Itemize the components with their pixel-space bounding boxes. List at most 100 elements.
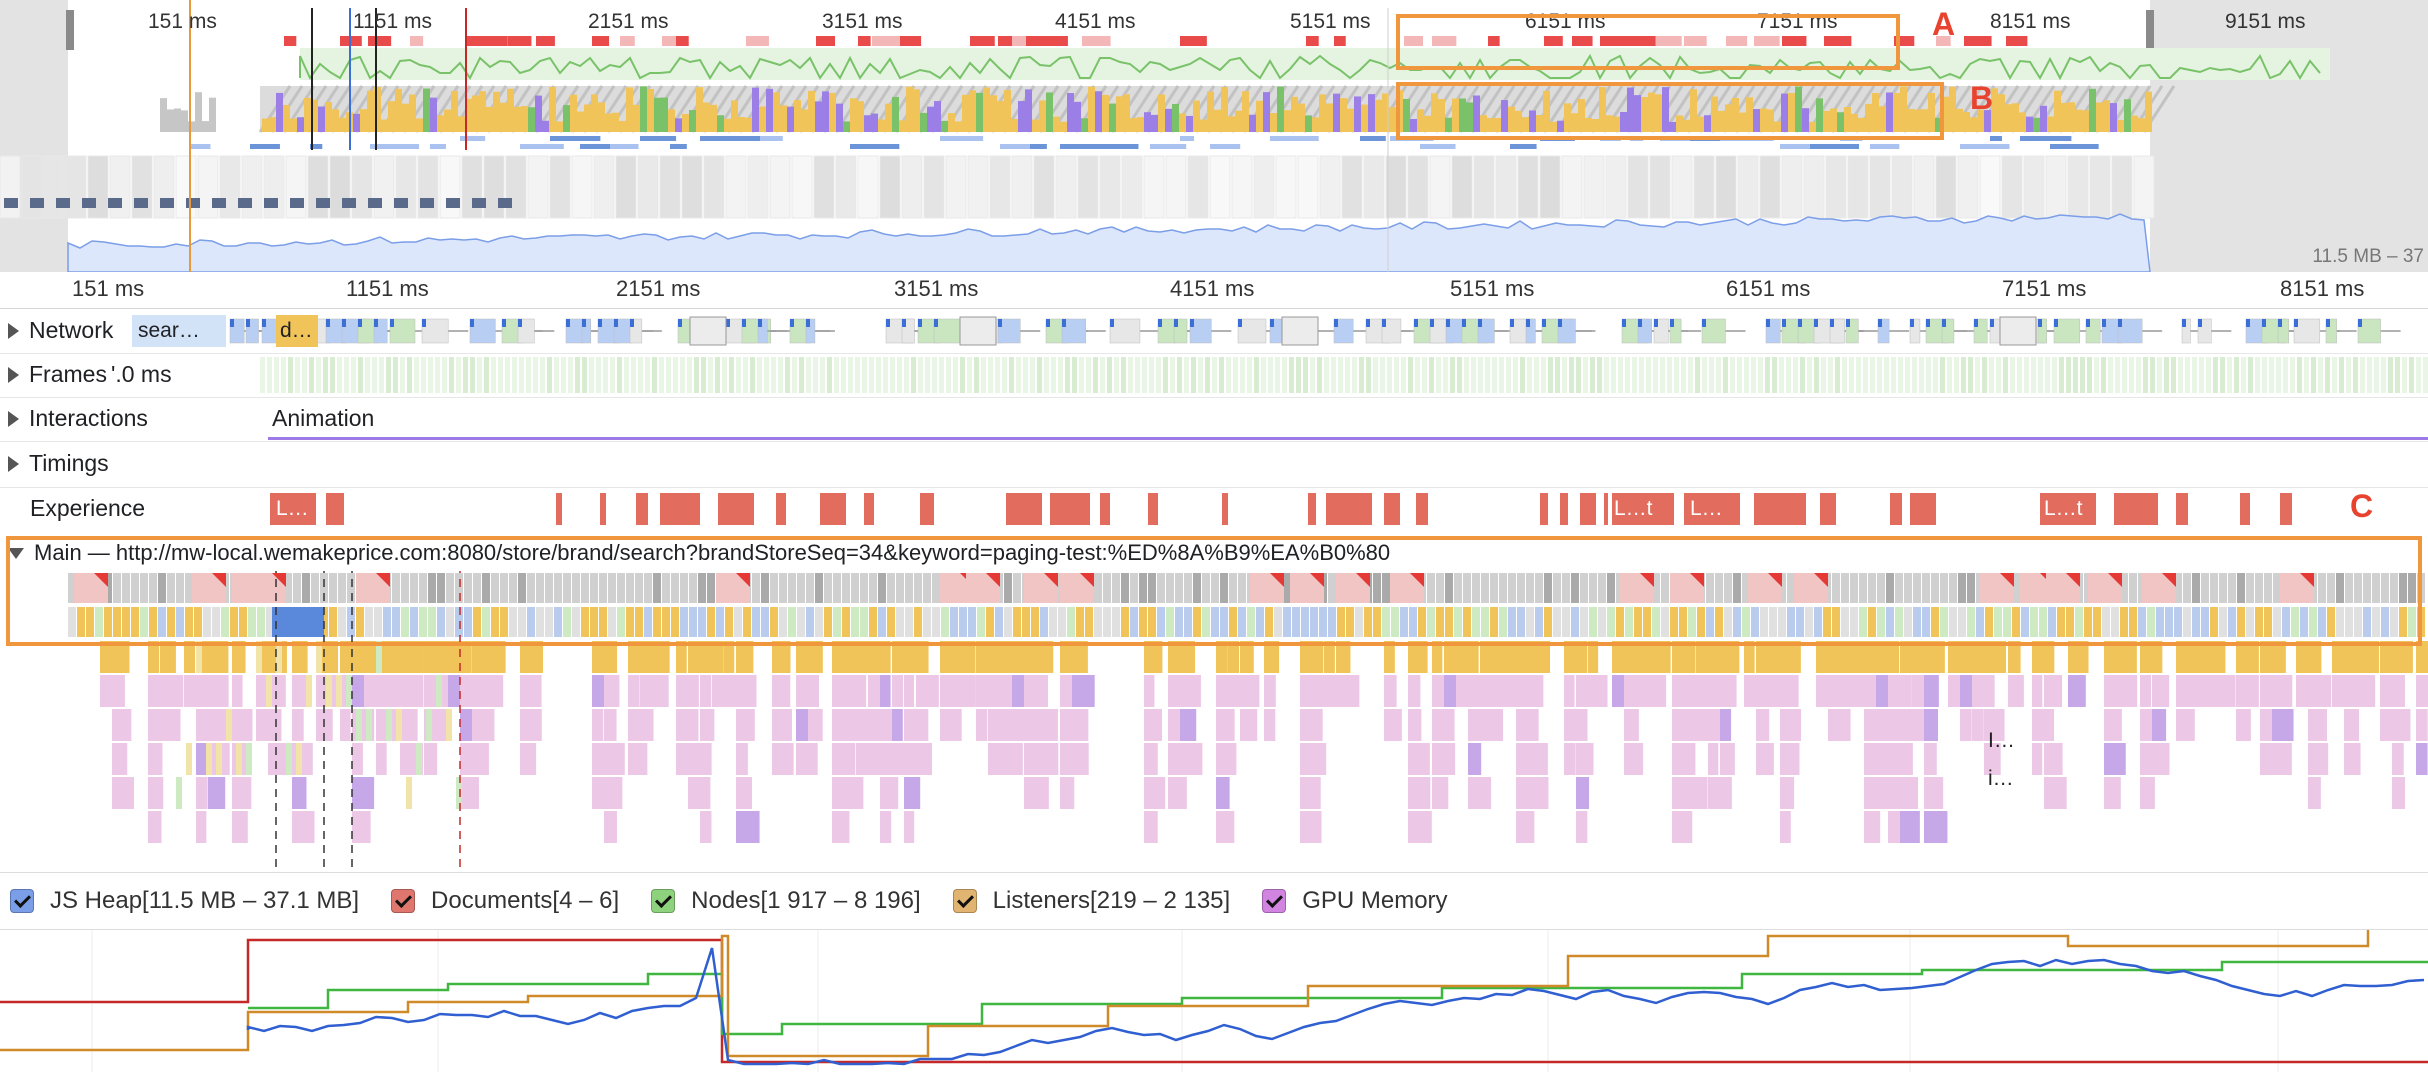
expand-arrow-icon[interactable] bbox=[8, 366, 19, 383]
cpu-bar bbox=[1340, 98, 1347, 132]
request-start bbox=[2294, 319, 2298, 327]
checkbox-js-heap[interactable] bbox=[10, 889, 34, 913]
interaction-animation-chip[interactable]: Animation bbox=[272, 405, 374, 432]
checkbox-nodes[interactable] bbox=[651, 889, 676, 913]
track-experience[interactable]: Experience L… L…t L… L…t bbox=[0, 487, 2428, 532]
request-start bbox=[790, 319, 794, 327]
expand-arrow-icon[interactable] bbox=[8, 455, 19, 472]
track-interactions[interactable]: Interactions Animation bbox=[0, 397, 2428, 442]
frame-bar bbox=[1520, 357, 1525, 393]
flame-frame bbox=[1684, 743, 1696, 775]
track-interactions-header[interactable]: Interactions bbox=[8, 405, 148, 432]
flame-chip[interactable]: I… bbox=[1988, 729, 2015, 753]
screenshot-thumb bbox=[2089, 155, 2111, 219]
frame-bar bbox=[2157, 357, 2162, 393]
frames-strip[interactable] bbox=[0, 353, 2428, 397]
frame-bar bbox=[1058, 357, 1063, 393]
cpu-bar bbox=[885, 103, 892, 132]
overview-handle-right bbox=[2146, 10, 2154, 50]
flame-frame bbox=[1072, 675, 1095, 707]
request-bar bbox=[1109, 318, 1141, 344]
checkbox-documents[interactable] bbox=[391, 889, 416, 913]
timing-fcp-badge[interactable]: FCP bbox=[320, 447, 374, 479]
frame-bar bbox=[1800, 357, 1805, 393]
overview-canvas[interactable] bbox=[0, 0, 2428, 272]
cpu-bar bbox=[1186, 115, 1193, 132]
frame-bar bbox=[2192, 357, 2197, 393]
expand-arrow-icon[interactable] bbox=[8, 410, 19, 427]
legend-nodes[interactable]: Nodes[1 917 – 8 196] bbox=[651, 887, 921, 915]
flame-frame bbox=[640, 709, 654, 741]
cpu-bar bbox=[766, 88, 773, 132]
frame-bar bbox=[680, 357, 685, 393]
track-frames[interactable]: Frames '.0 ms bbox=[0, 353, 2428, 398]
network-request-chip[interactable]: d… bbox=[276, 315, 318, 347]
ruler-tick-label: 8151 ms bbox=[2280, 276, 2365, 301]
frame-bar bbox=[1268, 357, 1273, 393]
layout-shift-marker bbox=[2240, 493, 2250, 525]
frame-bar bbox=[2276, 357, 2281, 393]
screenshot-thumb bbox=[505, 155, 527, 219]
flame-frame bbox=[1240, 709, 1258, 741]
checkbox-listeners[interactable] bbox=[952, 889, 977, 913]
track-frames-header[interactable]: Frames '.0 ms bbox=[8, 361, 172, 388]
layout-shift-chip[interactable]: L…t bbox=[1614, 497, 1653, 521]
frame-bar bbox=[995, 357, 1000, 393]
legend-js-heap[interactable]: JS Heap[11.5 MB – 37.1 MB] bbox=[10, 887, 359, 915]
timeline-overview[interactable]: 151 ms 1151 ms 2151 ms 3151 ms 4151 ms 5151 m… bbox=[0, 0, 2428, 273]
flame-frame bbox=[1468, 777, 1492, 809]
cpu-bar bbox=[1095, 91, 1102, 132]
frame-bar bbox=[2416, 357, 2421, 393]
network-requests[interactable] bbox=[0, 309, 2428, 353]
screenshot-thumb bbox=[1231, 155, 1253, 219]
frame-bar bbox=[2101, 357, 2106, 393]
screenshot-detail bbox=[498, 198, 512, 208]
animation-bar[interactable] bbox=[268, 437, 2428, 440]
network-request-chip[interactable]: sear… bbox=[132, 315, 226, 347]
frame-bar bbox=[1576, 357, 1581, 393]
flame-frame bbox=[148, 811, 162, 843]
cpu-bar bbox=[682, 113, 689, 132]
flame-chip[interactable]: i… bbox=[1988, 767, 2014, 791]
frame-bar bbox=[1569, 357, 1574, 393]
screenshot-thumb bbox=[1935, 155, 1957, 219]
frame-bar bbox=[2206, 357, 2211, 393]
network-bar bbox=[760, 136, 783, 141]
request-bar bbox=[689, 316, 727, 346]
flame-frame bbox=[1408, 811, 1432, 843]
flame-frame bbox=[196, 811, 207, 843]
timing-dcl-badge[interactable]: DCL bbox=[384, 447, 438, 479]
frame-bar bbox=[1527, 357, 1532, 393]
layout-shift-chip[interactable]: L…t bbox=[2044, 497, 2083, 521]
legend-listeners[interactable]: Listeners[219 – 2 135] bbox=[952, 887, 1230, 915]
flame-frame bbox=[844, 675, 859, 707]
request-start bbox=[1782, 319, 1786, 327]
screenshot-thumb bbox=[1297, 155, 1319, 219]
timing-load-badge[interactable]: L bbox=[516, 447, 540, 479]
layout-shift-chip[interactable]: L… bbox=[276, 497, 309, 521]
frame-bar bbox=[1884, 357, 1889, 393]
cpu-bar bbox=[808, 90, 815, 132]
flame-frame bbox=[1528, 675, 1544, 707]
track-network[interactable]: Network sear… d… bbox=[0, 309, 2428, 354]
track-timings[interactable]: Timings FP FCP DCL LCP L bbox=[0, 441, 2428, 488]
flame-frame bbox=[1780, 811, 1791, 843]
flame-frame bbox=[366, 709, 372, 741]
track-timings-header[interactable]: Timings bbox=[8, 450, 109, 477]
timing-fp-badge[interactable]: FP bbox=[276, 447, 315, 479]
timing-lcp-badge[interactable]: LCP bbox=[452, 447, 505, 479]
memory-counter-graph[interactable] bbox=[0, 930, 2428, 1072]
screenshot-thumb bbox=[681, 155, 703, 219]
layout-shift-chip[interactable]: L… bbox=[1690, 497, 1723, 521]
flame-frame bbox=[1516, 811, 1535, 843]
frame-duration-chip: '.0 ms bbox=[110, 361, 172, 387]
legend-gpu-memory[interactable]: GPU Memory bbox=[1262, 887, 1448, 915]
cpu-bar bbox=[2054, 90, 2061, 132]
legend-documents[interactable]: Documents[4 – 6] bbox=[391, 887, 619, 915]
checkbox-gpu-memory[interactable] bbox=[1262, 889, 1287, 913]
cpu-bar bbox=[1025, 89, 1032, 132]
cpu-bar bbox=[2124, 99, 2131, 132]
annotation-label-c: C bbox=[2350, 488, 2374, 524]
cpu-bar bbox=[1102, 94, 1109, 132]
frame-bar bbox=[1688, 357, 1693, 393]
